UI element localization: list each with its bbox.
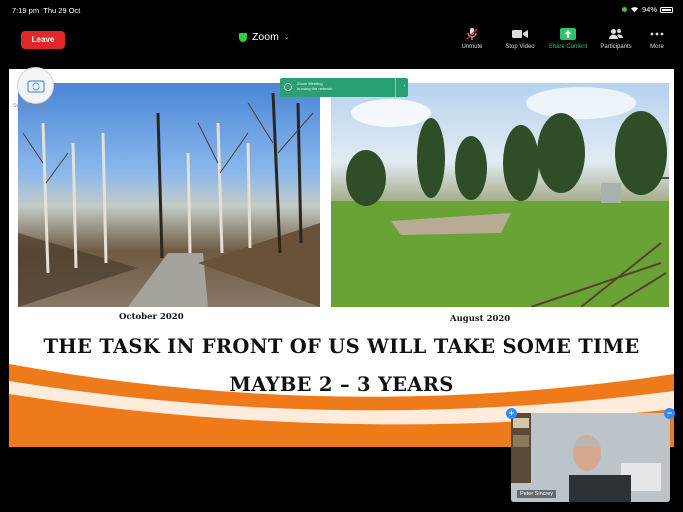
slide-headline-2: MAYBE 2 – 3 YEARS xyxy=(229,373,454,396)
more-button[interactable]: More xyxy=(632,26,682,54)
self-video-tile[interactable]: Peter Sincrey xyxy=(511,413,670,502)
share-content-button[interactable]: Share Content xyxy=(543,26,593,54)
video-camera-icon xyxy=(495,26,545,41)
phone-icon xyxy=(284,83,292,91)
status-clock: 7:19 pm xyxy=(12,6,40,15)
status-time: 7:19 pm Thu 29 Oct xyxy=(12,6,80,15)
stop-video-label: Stop Video xyxy=(505,44,535,50)
shared-screen: Zoom Meeting is using the network › Octo… xyxy=(9,69,674,447)
share-arrow-icon xyxy=(543,26,593,41)
status-date: Thu 29 Oct xyxy=(43,6,81,15)
participant-video xyxy=(511,413,670,502)
zoom-meeting-notification[interactable]: Zoom Meeting is using the network › xyxy=(280,78,408,97)
switch-camera-button[interactable] xyxy=(17,67,54,104)
chevron-down-icon: ⌄ xyxy=(283,34,290,41)
mic-in-use-dot-icon xyxy=(621,7,627,12)
switch-camera-icon xyxy=(26,79,45,93)
unmute-button[interactable]: Unmute xyxy=(447,26,497,54)
muted-mic-icon xyxy=(447,26,497,41)
photo-regrowth-field xyxy=(331,83,669,307)
stop-video-button[interactable]: Stop Video xyxy=(495,26,545,54)
meeting-toolbar: Leave Zoom ⌄ Unmute Stop Video Share Con… xyxy=(0,20,683,56)
wifi-icon xyxy=(630,7,638,13)
share-content-label: Share Content xyxy=(548,44,588,50)
status-right: 94% xyxy=(621,5,673,14)
leave-button[interactable]: Leave xyxy=(21,31,65,49)
caption-august: August 2020 xyxy=(450,314,511,324)
participant-name: Peter Sincrey xyxy=(517,490,557,498)
minimize-tile-minus-icon[interactable]: − xyxy=(664,408,675,419)
slide-headline-1: THE TASK IN FRONT OF US WILL TAKE SOME T… xyxy=(43,335,640,358)
ellipsis-icon xyxy=(632,26,682,41)
zoom-meeting-chip-subtitle: is using the network xyxy=(297,86,333,91)
battery-percent: 94% xyxy=(641,5,657,14)
status-bar: 7:19 pm Thu 29 Oct 94% xyxy=(0,0,683,20)
switch-camera-label: Switch Camera xyxy=(13,103,47,109)
chip-separator xyxy=(395,78,396,97)
shield-icon xyxy=(239,32,247,42)
meeting-title[interactable]: Zoom ⌄ xyxy=(239,31,290,43)
meeting-title-label: Zoom xyxy=(252,31,279,43)
unmute-label: Unmute xyxy=(461,44,483,50)
chevron-right-icon: › xyxy=(403,83,405,89)
more-label: More xyxy=(650,44,664,50)
battery-icon xyxy=(660,6,673,13)
expand-tile-plus-icon[interactable]: + xyxy=(506,408,517,419)
caption-october: October 2020 xyxy=(119,312,184,322)
photo-burnt-forest xyxy=(18,83,320,307)
